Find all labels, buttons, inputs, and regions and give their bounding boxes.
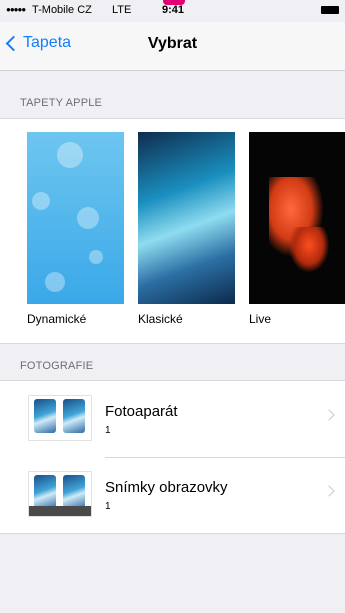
chevron-right-icon xyxy=(323,485,335,497)
chevron-right-icon xyxy=(323,409,335,421)
wallpaper-dynamic-thumbnail[interactable] xyxy=(27,132,124,304)
album-title: Snímky obrazovky xyxy=(105,479,228,496)
album-thumbnail xyxy=(28,395,92,441)
wallpaper-live-label: Live xyxy=(249,312,272,326)
section-header-apple-wallpapers: TAPETY APPLE xyxy=(20,97,103,109)
carrier-name: T-Mobile CZ xyxy=(32,4,92,16)
album-count: 1 xyxy=(105,501,111,512)
signal-strength-icon: ●●●●● xyxy=(6,5,26,14)
wallpaper-gallery: Dynamické Klasické Live xyxy=(0,118,345,344)
wallpaper-classic-thumbnail[interactable] xyxy=(138,132,235,304)
album-row-screenshots[interactable]: Snímky obrazovky 1 xyxy=(0,457,345,533)
album-title: Fotoaparát xyxy=(105,403,178,420)
navigation-bar: Tapeta Vybrat xyxy=(0,22,345,71)
page-title: Vybrat xyxy=(147,35,198,52)
wallpaper-classic-label: Klasické xyxy=(138,312,183,326)
network-type: LTE xyxy=(112,4,132,16)
battery-icon xyxy=(321,6,339,14)
wallpaper-live-thumbnail[interactable] xyxy=(249,132,345,304)
album-count: 1 xyxy=(105,425,111,436)
clock: 9:41 xyxy=(162,4,185,16)
status-bar: ●●●●● T-Mobile CZ LTE 9:41 xyxy=(0,0,345,22)
photo-albums-list: Fotoaparát 1 Snímky obrazovky 1 xyxy=(0,380,345,534)
betta-fish-tail xyxy=(289,227,329,272)
album-row-camera[interactable]: Fotoaparát 1 xyxy=(0,381,345,457)
wallpaper-dynamic-label: Dynamické xyxy=(27,312,87,326)
section-header-photos: FOTOGRAFIE xyxy=(20,360,94,372)
album-thumbnail xyxy=(28,471,92,517)
